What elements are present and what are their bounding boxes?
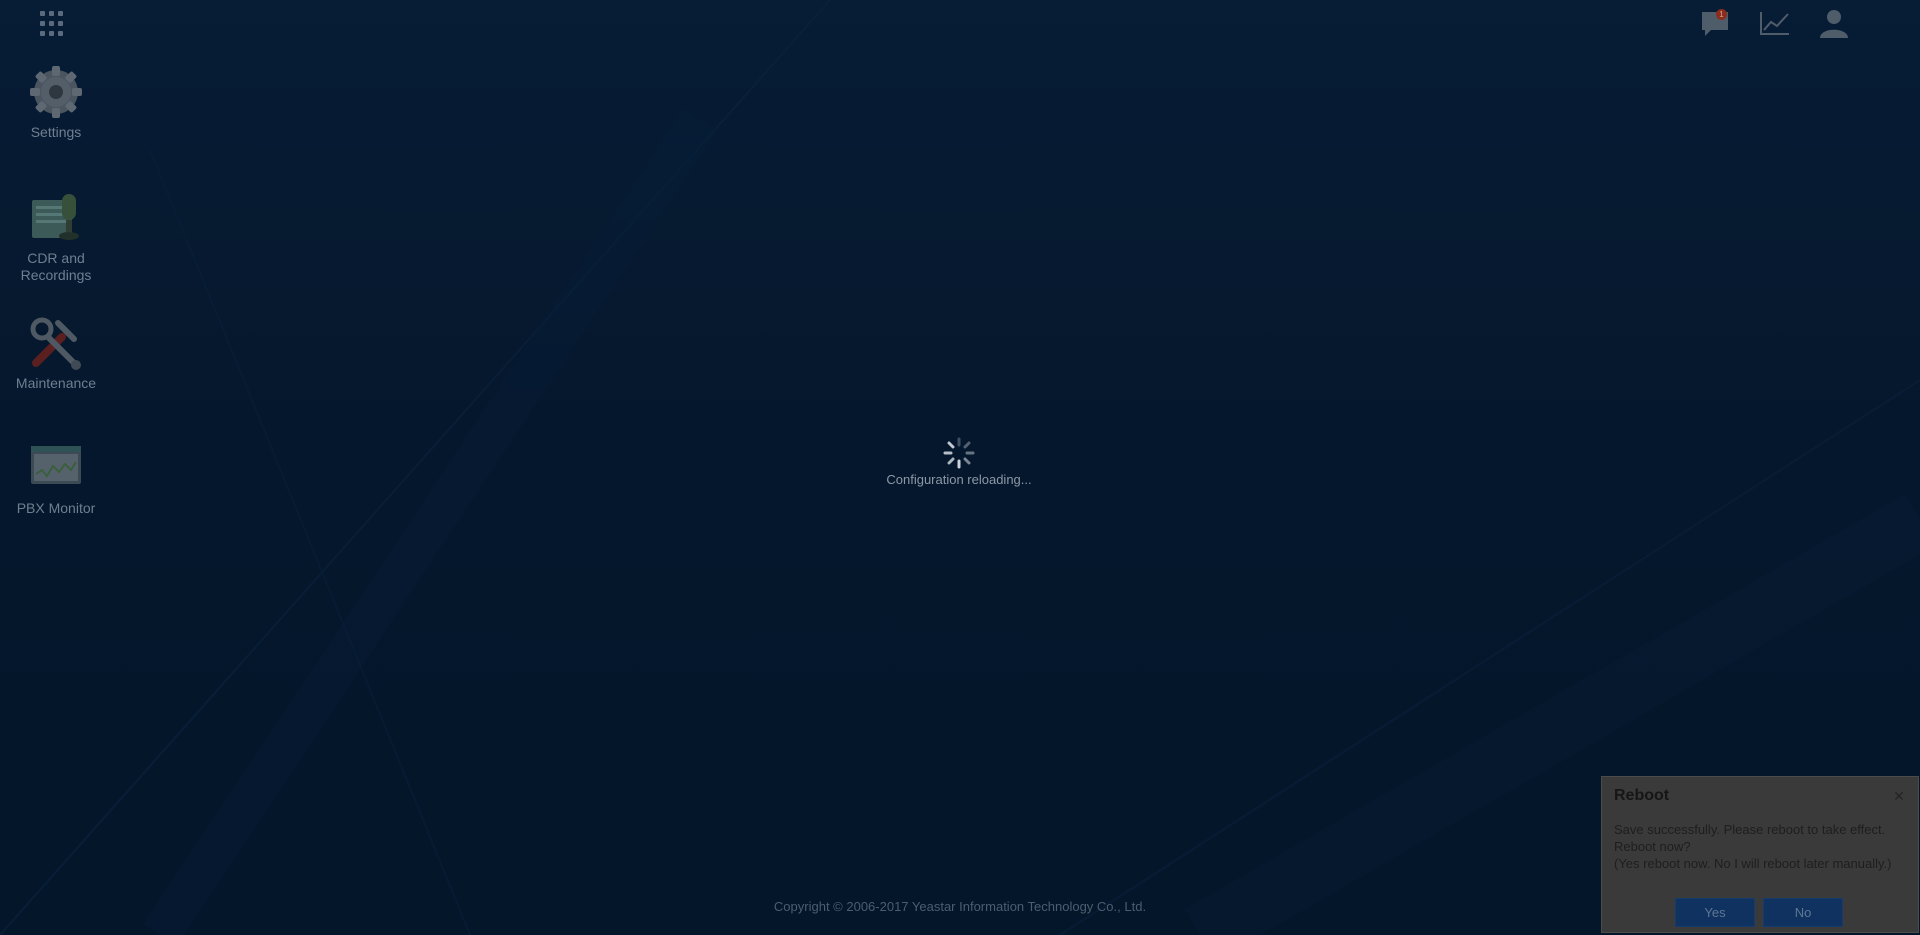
dialog-message-line: Reboot now? bbox=[1614, 839, 1691, 854]
chart-line-icon[interactable] bbox=[1758, 8, 1792, 38]
desktop-item-maintenance[interactable]: Maintenance bbox=[10, 315, 102, 392]
desktop-item-cdr-recordings[interactable]: CDR and Recordings bbox=[10, 190, 102, 284]
spinner-icon bbox=[943, 437, 975, 469]
monitor-icon bbox=[31, 446, 81, 484]
tools-icon bbox=[30, 317, 81, 370]
desktop-item-label: Settings bbox=[30, 124, 82, 140]
desktop-item-settings[interactable]: Settings bbox=[10, 64, 102, 141]
notification-badge: 1 bbox=[1716, 9, 1727, 20]
desktop-item-label: CDR and Recordings bbox=[20, 250, 92, 283]
desktop-item-label: PBX Monitor bbox=[16, 500, 96, 516]
dialog-title: Reboot bbox=[1614, 787, 1670, 804]
apps-grid-icon[interactable] bbox=[40, 11, 68, 37]
dialog-message: Save successfully. Please reboot to take… bbox=[1614, 821, 1914, 872]
close-icon[interactable]: ✕ bbox=[1892, 789, 1906, 803]
dialog-message-line: (Yes reboot now. No I will reboot later … bbox=[1614, 856, 1892, 871]
desktop-item-pbx-monitor[interactable]: PBX Monitor bbox=[10, 440, 102, 517]
cdr-recordings-icon bbox=[32, 194, 79, 240]
no-button[interactable]: No bbox=[1763, 898, 1843, 927]
dialog-message-line: Save successfully. Please reboot to take… bbox=[1614, 822, 1886, 837]
desktop-item-label: Maintenance bbox=[15, 375, 97, 391]
yes-button[interactable]: Yes bbox=[1675, 898, 1755, 927]
reboot-dialog: Reboot ✕ Save successfully. Please reboo… bbox=[1601, 776, 1919, 933]
copyright-footer: Copyright © 2006-2017 Yeastar Informatio… bbox=[773, 899, 1147, 914]
loading-text: Configuration reloading... bbox=[886, 472, 1032, 487]
user-icon[interactable] bbox=[1817, 8, 1851, 38]
gear-icon bbox=[30, 66, 82, 118]
loading-indicator: Configuration reloading... bbox=[859, 436, 1059, 487]
